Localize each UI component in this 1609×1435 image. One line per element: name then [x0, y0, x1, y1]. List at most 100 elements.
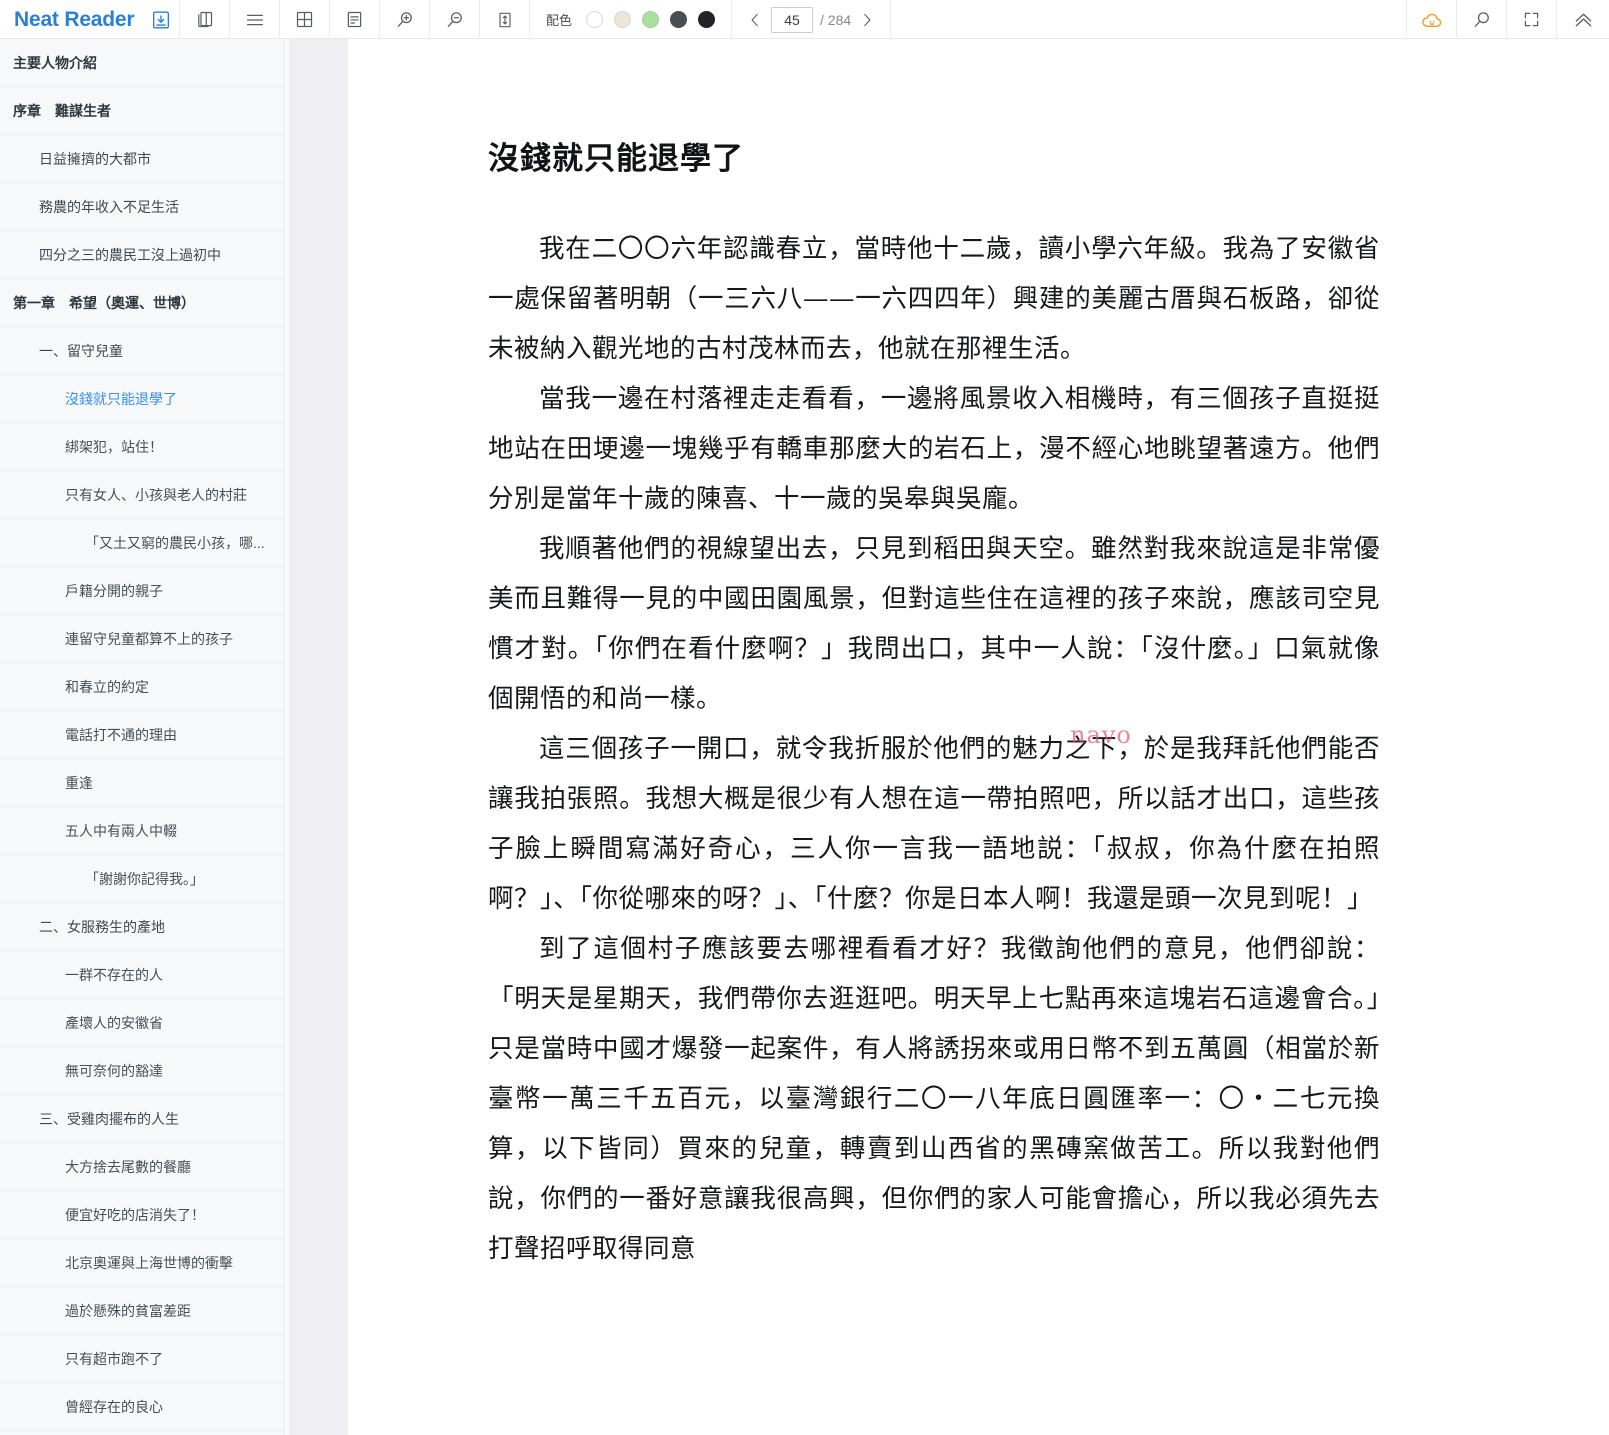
search-icon[interactable]: [1457, 0, 1506, 39]
reader-page: 沒錢就只能退學了 我在二〇〇六年認識春立，當時他十二歲，讀小學六年級。我為了安徽…: [348, 39, 1609, 1435]
swatch-dark-gray[interactable]: [670, 11, 688, 28]
page-number-input[interactable]: [771, 6, 814, 33]
sidebar-item[interactable]: 產壞人的安徽省: [0, 999, 284, 1047]
sidebar-item[interactable]: 和春立的約定: [0, 663, 284, 711]
chapter-title: 沒錢就只能退學了: [488, 141, 744, 177]
app-brand-title: Neat Reader: [14, 7, 135, 31]
sidebar-item[interactable]: 第一章 希望（奧運、世博）: [0, 279, 284, 327]
top-toolbar: Neat Reader 配色 45 / 284: [0, 0, 1609, 39]
chapter-body: 我在二〇〇六年認識春立，當時他十二歲，讀小學六年級。我為了安徽省一處保留著明朝（…: [488, 224, 1380, 1274]
group-collapse: [1557, 0, 1609, 39]
sidebar-item-label: 大方捨去尾數的餐廳: [65, 1158, 191, 1175]
sidebar-item-label: 和春立的約定: [65, 678, 149, 695]
group-fullscreen: [1507, 0, 1557, 39]
swatch-sepia[interactable]: [614, 11, 632, 28]
sidebar-item-label: 北京奧運與上海世博的衝擊: [65, 1254, 233, 1271]
body-paragraph: 我在二〇〇六年認識春立，當時他十二歲，讀小學六年級。我為了安徽省一處保留著明朝（…: [488, 234, 1380, 364]
body-paragraph: 這三個孩子一開口，就令我折服於他們的魅力之下，於是我拜託他們能否讓我拍張照。我想…: [488, 734, 1380, 914]
sidebar-item[interactable]: 只有超市跑不了: [0, 1335, 284, 1383]
sidebar-item-label: 序章 難謀生者: [13, 102, 111, 119]
fullscreen-icon[interactable]: [1507, 0, 1556, 39]
sidebar-item[interactable]: 日益擁擠的大都市: [0, 135, 284, 183]
group-cloud-sync: [1407, 0, 1457, 39]
sidebar-item[interactable]: 北京奧運與上海世博的衝擊: [0, 1239, 284, 1287]
sidebar-item-label: 無可奈何的豁達: [65, 1062, 163, 1079]
sidebar-item-label: 沒錢就只能退學了: [65, 390, 177, 407]
sidebar-item-label: 務農的年收入不足生活: [39, 198, 179, 215]
group-line-height: [480, 0, 530, 39]
group-zoom-in: [380, 0, 430, 39]
sidebar-item-label: 連留守兒童都算不上的孩子: [65, 630, 233, 647]
page-navigation-group: / 284: [732, 0, 892, 39]
zoom-out-icon[interactable]: [430, 0, 479, 39]
sidebar-item[interactable]: 四分之三的農民工沒上過初中: [0, 231, 284, 279]
group-zoom-out: [430, 0, 480, 39]
sidebar-item-label: 日益擁擠的大都市: [39, 150, 151, 167]
sidebar-item[interactable]: 一群不存在的人: [0, 951, 284, 999]
sidebar-item-label: 四分之三的農民工沒上過初中: [39, 246, 221, 263]
sidebar-item-label: 「又土又窮的農民小孩，哪...: [85, 534, 265, 551]
sidebar-item[interactable]: 只有女人、小孩與老人的村莊: [0, 471, 284, 519]
sidebar-item-label: 便宜好吃的店消失了！: [65, 1206, 205, 1223]
sidebar-item[interactable]: 過於懸殊的貧富差距: [0, 1287, 284, 1335]
sidebar-item[interactable]: 三、受雞肉擺布的人生: [0, 1095, 284, 1143]
sidebar-item-label: 過於懸殊的貧富差距: [65, 1302, 191, 1319]
sidebar-item[interactable]: 二、女服務生的產地: [0, 903, 284, 951]
sidebar-item[interactable]: 曾經存在的良心: [0, 1383, 284, 1431]
page-total-label: / 284: [820, 11, 852, 28]
toolbar-spacer: [891, 0, 1407, 39]
sidebar-item-label: 一群不存在的人: [65, 966, 163, 983]
sidebar-item[interactable]: 便宜好吃的店消失了！: [0, 1191, 284, 1239]
palette-label: 配色: [546, 13, 573, 28]
brand-group: Neat Reader: [0, 0, 180, 39]
cloud-sync-icon[interactable]: [1407, 0, 1456, 39]
reading-layout-icon[interactable]: [330, 0, 379, 39]
swatch-white[interactable]: [586, 11, 604, 28]
group-menu: [230, 0, 280, 39]
sidebar-item-label: 曾經存在的良心: [65, 1398, 163, 1415]
sidebar-item-label: 五人中有兩人中輟: [65, 822, 177, 839]
sidebar-item[interactable]: 電話打不通的理由: [0, 711, 284, 759]
body-paragraph: 當我一邊在村落裡走走看看，一邊將風景收入相機時，有三個孩子直挺挺地站在田埂邊一塊…: [488, 384, 1380, 514]
body-paragraph: 我順著他們的視線望出去，只見到稻田與天空。雖然對我來說這是非常優美而且難得一見的…: [488, 534, 1380, 714]
sidebar-item[interactable]: 一、留守兒童: [0, 327, 284, 375]
sidebar-item[interactable]: 五人中有兩人中輟: [0, 807, 284, 855]
sidebar-item[interactable]: 主要人物介紹: [0, 39, 284, 87]
group-reading-layout: [330, 0, 380, 39]
sidebar-item-label: 一、留守兒童: [39, 342, 123, 359]
hamburger-menu-icon[interactable]: [230, 0, 279, 39]
sidebar-item[interactable]: 「謝謝你記得我。」: [0, 855, 284, 903]
save-download-icon[interactable]: [144, 0, 178, 39]
sidebar-table-of-contents[interactable]: 主要人物介紹序章 難謀生者日益擁擠的大都市務農的年收入不足生活四分之三的農民工沒…: [0, 39, 285, 1435]
group-search: [1457, 0, 1507, 39]
sidebar-item-label: 電話打不通的理由: [65, 726, 177, 743]
sidebar-item-label: 綁架犯，站住！: [65, 438, 163, 455]
sidebar-item[interactable]: 戶籍分開的親子: [0, 567, 284, 615]
sidebar-item-label: 只有超市跑不了: [65, 1350, 163, 1367]
sidebar-item-label: 「謝謝你記得我。」: [85, 870, 204, 887]
chevron-up-double-icon[interactable]: [1559, 0, 1608, 39]
chevron-right-icon[interactable]: [858, 10, 876, 30]
zoom-in-icon[interactable]: [380, 0, 429, 39]
book-copy-icon[interactable]: [180, 0, 229, 39]
grid-layout-icon[interactable]: [280, 0, 329, 39]
sidebar-item-label: 二、女服務生的產地: [39, 918, 165, 935]
sidebar-item[interactable]: 重逢: [0, 759, 284, 807]
sidebar-item[interactable]: 序章 難謀生者: [0, 87, 284, 135]
sidebar-item[interactable]: 「又土又窮的農民小孩，哪...: [0, 519, 284, 567]
swatch-black[interactable]: [698, 11, 716, 28]
sidebar-item[interactable]: 連留守兒童都算不上的孩子: [0, 615, 284, 663]
sidebar-item[interactable]: 務農的年收入不足生活: [0, 183, 284, 231]
sidebar-item[interactable]: 無可奈何的豁達: [0, 1047, 284, 1095]
chevron-left-icon[interactable]: [746, 10, 764, 30]
sidebar-item[interactable]: 沒錢就只能退學了: [0, 375, 284, 423]
page-content-column: 沒錢就只能退學了 我在二〇〇六年認識春立，當時他十二歲，讀小學六年級。我為了安徽…: [488, 39, 1380, 1274]
group-book-copy: [180, 0, 230, 39]
sidebar-item[interactable]: 大方捨去尾數的餐廳: [0, 1143, 284, 1191]
sidebar-item-label: 重逢: [65, 774, 93, 791]
swatch-green[interactable]: [642, 11, 660, 28]
line-height-icon[interactable]: [480, 0, 529, 39]
sidebar-item[interactable]: 綁架犯，站住！: [0, 423, 284, 471]
sidebar-item-label: 三、受雞肉擺布的人生: [39, 1110, 179, 1127]
page-gutter: [286, 39, 348, 1435]
